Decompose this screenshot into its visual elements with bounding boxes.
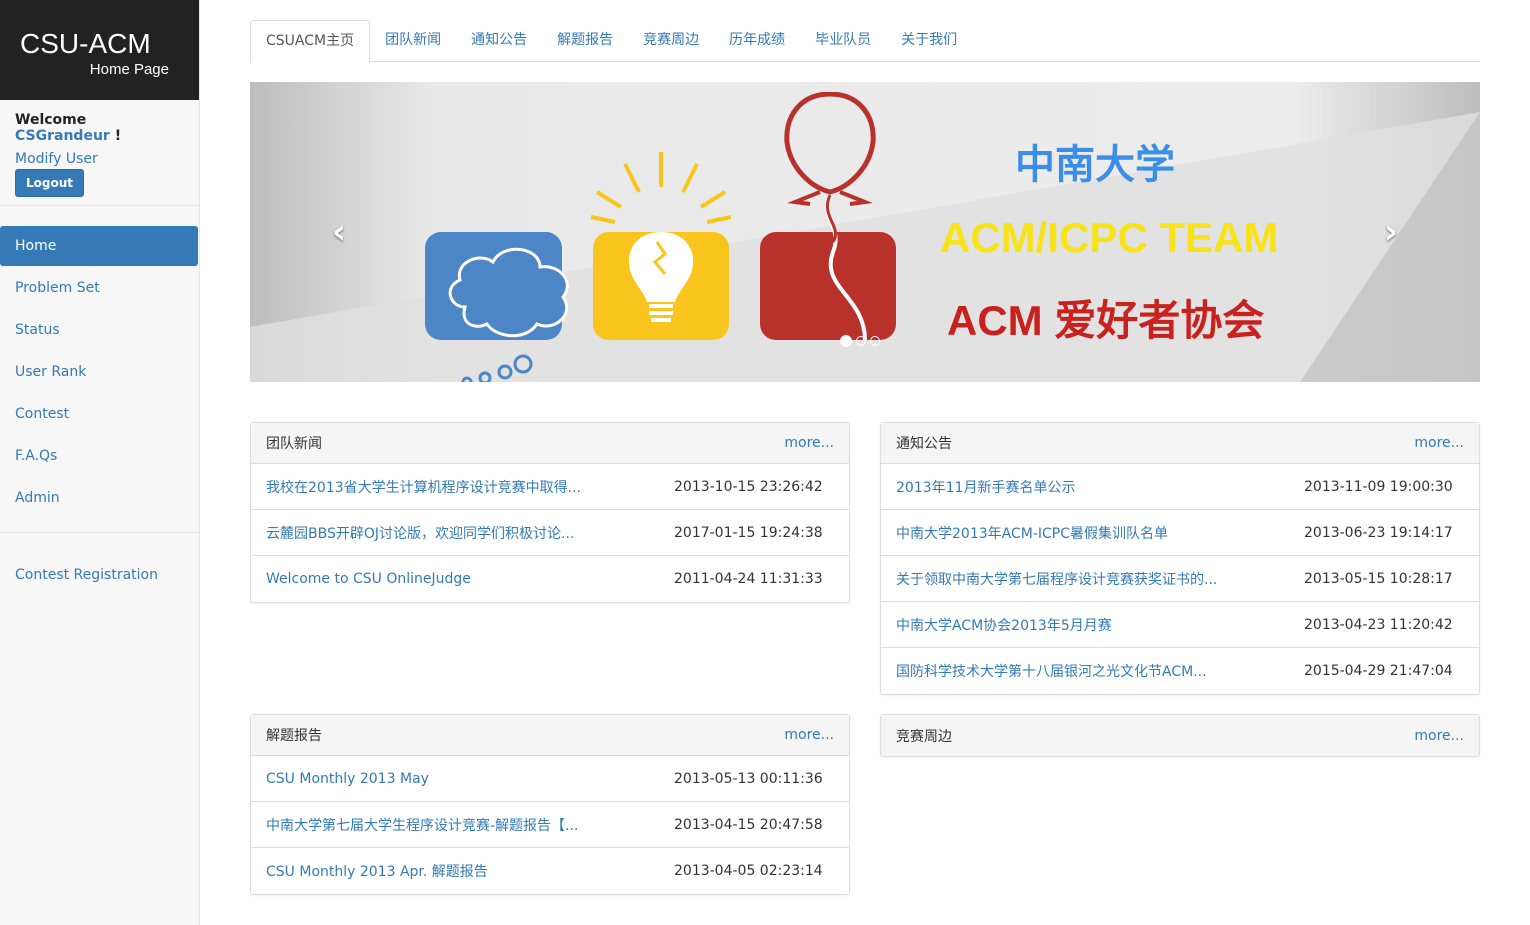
report-link[interactable]: CSU Monthly 2013 Apr. 解题报告: [266, 861, 674, 881]
banner-team-name: ACM/ICPC TEAM: [940, 214, 1279, 261]
panel-title: 通知公告: [896, 436, 952, 452]
news-link[interactable]: Welcome to CSU OnlineJudge: [266, 571, 674, 587]
section-tabs: CSUACM主页 团队新闻 通知公告 解题报告 竞赛周边 历年成绩 毕业队员 关…: [250, 20, 1480, 63]
news-date: 2013-10-15 23:26:42: [674, 478, 823, 495]
tab-alumni[interactable]: 毕业队员: [800, 20, 886, 61]
panel-title: 解题报告: [266, 728, 322, 744]
carousel-dot-1[interactable]: [840, 335, 852, 347]
username-link[interactable]: CSGrandeur: [15, 128, 110, 144]
more-link[interactable]: more...: [1414, 435, 1464, 451]
user-box: Welcome CSGrandeur ! Modify User Logout: [0, 100, 199, 206]
banner-association-name: ACM 爱好者协会: [947, 297, 1265, 344]
sidebar-extra-nav: Contest Registration: [0, 555, 199, 595]
panel-title: 竞赛周边: [896, 728, 952, 745]
panel-heading: 竞赛周边 more...: [881, 715, 1479, 756]
panels-area: 团队新闻 more... 我校在2013省大学生计算机程序设计竞赛中取得... …: [250, 422, 1480, 902]
list-item: 云麓园BBS开辟OJ讨论版，欢迎同学们积极讨论... 2017-01-15 19…: [251, 510, 849, 556]
list-item: 我校在2013省大学生计算机程序设计竞赛中取得... 2013-10-15 23…: [251, 464, 849, 510]
welcome-prefix: Welcome: [15, 112, 87, 128]
sidebar-item-problem-set[interactable]: Problem Set: [0, 268, 199, 308]
notice-date: 2013-11-09 19:00:30: [1304, 478, 1453, 495]
sidebar-item-admin[interactable]: Admin: [0, 478, 199, 518]
panel-heading: 通知公告 more...: [881, 423, 1479, 464]
tab-reports[interactable]: 解题报告: [542, 20, 628, 61]
notice-link[interactable]: 关于领取中南大学第七届程序设计竞赛获奖证书的...: [896, 569, 1304, 589]
banner-illustration: [425, 92, 896, 382]
welcome-suffix: !: [114, 128, 122, 144]
tab-notice[interactable]: 通知公告: [456, 20, 542, 61]
list-item: 中南大学ACM协会2013年5月月赛 2013-04-23 11:20:42: [881, 602, 1479, 648]
carousel-dot-2[interactable]: [856, 336, 866, 346]
list-item: 2013年11月新手赛名单公示 2013-11-09 19:00:30: [881, 464, 1479, 510]
list-item: 关于领取中南大学第七届程序设计竞赛获奖证书的... 2013-05-15 10:…: [881, 556, 1479, 602]
notice-date: 2015-04-29 21:47:04: [1304, 663, 1453, 679]
tab-history[interactable]: 历年成绩: [714, 20, 800, 61]
report-date: 2013-04-05 02:23:14: [674, 863, 823, 879]
balloon-icon: [760, 92, 896, 341]
news-date: 2017-01-15 19:24:38: [674, 524, 823, 541]
news-link[interactable]: 云麓园BBS开辟OJ讨论版，欢迎同学们积极讨论...: [266, 523, 674, 543]
news-link[interactable]: 我校在2013省大学生计算机程序设计竞赛中取得...: [266, 477, 674, 497]
panel-news: 团队新闻 more... 我校在2013省大学生计算机程序设计竞赛中取得... …: [250, 422, 850, 603]
more-link[interactable]: more...: [784, 727, 834, 743]
carousel-indicators: [840, 335, 880, 347]
tab-about[interactable]: 关于我们: [886, 20, 972, 61]
tab-around[interactable]: 竞赛周边: [628, 20, 714, 61]
carousel-dot-3[interactable]: [870, 336, 880, 346]
report-link[interactable]: CSU Monthly 2013 May: [266, 771, 674, 787]
list-item: 国防科学技术大学第十八届银河之光文化节ACM... 2015-04-29 21:…: [881, 648, 1479, 694]
list-item: 中南大学第七届大学生程序设计竞赛-解题报告【... 2013-04-15 20:…: [251, 802, 849, 848]
more-link[interactable]: more...: [784, 435, 834, 451]
sidebar-item-user-rank[interactable]: User Rank: [0, 352, 199, 392]
logout-button[interactable]: Logout: [15, 169, 85, 197]
notice-link[interactable]: 国防科学技术大学第十八届银河之光文化节ACM...: [896, 661, 1304, 681]
report-link[interactable]: 中南大学第七届大学生程序设计竞赛-解题报告【...: [266, 815, 674, 835]
brand-subtitle: Home Page: [89, 61, 169, 78]
sidebar-item-home[interactable]: Home: [0, 226, 198, 266]
panel-reports: 解题报告 more... CSU Monthly 2013 May 2013-0…: [250, 714, 850, 895]
banner-carousel: 中南大学 ACM/ICPC TEAM ACM 爱好者协会 ‹ ›: [250, 82, 1480, 382]
notice-date: 2013-06-23 19:14:17: [1304, 524, 1453, 541]
list-item: CSU Monthly 2013 May 2013-05-13 00:11:36: [251, 756, 849, 802]
list-item: 中南大学2013年ACM-ICPC暑假集训队名单 2013-06-23 19:1…: [881, 510, 1479, 556]
panel-heading: 解题报告 more...: [251, 715, 849, 756]
list-item: Welcome to CSU OnlineJudge 2011-04-24 11…: [251, 556, 849, 602]
notice-link[interactable]: 2013年11月新手赛名单公示: [896, 477, 1304, 497]
notice-date: 2013-04-23 11:20:42: [1304, 616, 1453, 633]
banner-university-name: 中南大学: [1015, 143, 1175, 187]
sidebar-item-faqs[interactable]: F.A.Qs: [0, 436, 199, 476]
panel-heading: 团队新闻 more...: [251, 423, 849, 464]
sidebar-nav: Home Problem Set Status User Rank Contes…: [0, 226, 199, 533]
list-item: CSU Monthly 2013 Apr. 解题报告 2013-04-05 02…: [251, 848, 849, 894]
brand-header[interactable]: CSU-ACM Home Page: [0, 0, 199, 100]
news-date: 2011-04-24 11:31:33: [674, 571, 823, 587]
report-date: 2013-04-15 20:47:58: [674, 816, 823, 833]
more-link[interactable]: more...: [1414, 728, 1464, 744]
panel-title: 团队新闻: [266, 436, 322, 452]
carousel-prev-icon[interactable]: ‹: [332, 212, 346, 252]
modify-user-link[interactable]: Modify User: [15, 151, 184, 167]
sidebar: CSU-ACM Home Page Welcome CSGrandeur ! M…: [0, 0, 200, 925]
panel-notice: 通知公告 more... 2013年11月新手赛名单公示 2013-11-09 …: [880, 422, 1480, 695]
brand-title: CSU-ACM: [20, 28, 151, 59]
report-date: 2013-05-13 00:11:36: [674, 770, 823, 787]
notice-link[interactable]: 中南大学2013年ACM-ICPC暑假集训队名单: [896, 523, 1304, 543]
welcome-text: Welcome CSGrandeur !: [15, 112, 184, 144]
tab-home[interactable]: CSUACM主页: [250, 20, 371, 63]
sidebar-item-status[interactable]: Status: [0, 310, 199, 350]
notice-date: 2013-05-15 10:28:17: [1304, 570, 1453, 587]
main-content: CSUACM主页 团队新闻 通知公告 解题报告 竞赛周边 历年成绩 毕业队员 关…: [250, 20, 1480, 902]
chat-bubble-icon: [425, 232, 569, 382]
notice-link[interactable]: 中南大学ACM协会2013年5月月赛: [896, 615, 1304, 635]
lightbulb-icon: [590, 152, 732, 340]
tab-news[interactable]: 团队新闻: [370, 20, 456, 61]
sidebar-item-contest[interactable]: Contest: [0, 394, 199, 434]
sidebar-item-contest-registration[interactable]: Contest Registration: [0, 555, 199, 595]
panel-around: 竞赛周边 more...: [880, 714, 1480, 757]
carousel-next-icon[interactable]: ›: [1384, 212, 1398, 252]
